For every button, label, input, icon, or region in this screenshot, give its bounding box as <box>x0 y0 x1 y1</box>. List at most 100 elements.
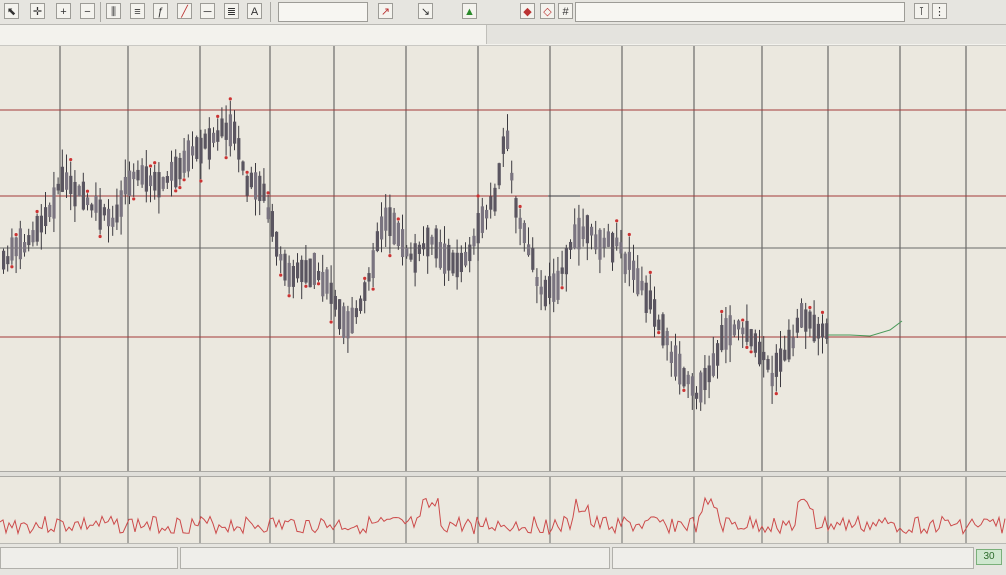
price-chart[interactable] <box>0 46 1006 471</box>
candle-body <box>115 204 119 223</box>
candle-body <box>455 252 459 278</box>
toolbar-separator <box>270 2 271 22</box>
candle-body <box>497 163 501 186</box>
candle-body <box>128 170 132 197</box>
signal-marker <box>224 156 228 160</box>
candle-body <box>6 256 10 265</box>
candle-body <box>438 242 442 268</box>
arrow-up-icon[interactable]: ↗ <box>378 3 393 19</box>
candle-body <box>396 222 400 247</box>
candle-body <box>623 253 627 275</box>
candle-body <box>241 161 245 171</box>
grid-icon[interactable]: # <box>558 3 573 19</box>
candle-body <box>426 227 430 257</box>
candle-body <box>401 229 405 258</box>
candle-body <box>716 343 720 366</box>
candle-body <box>812 314 816 342</box>
info-bar <box>0 25 1006 46</box>
candle-body <box>594 234 598 250</box>
candle-body <box>825 323 829 339</box>
candle-body <box>174 156 178 188</box>
status-left <box>0 547 178 569</box>
oscillator-pane[interactable] <box>0 477 1006 543</box>
status-badge: 30 <box>976 549 1002 565</box>
timeframe-field[interactable] <box>575 2 905 22</box>
candle-body <box>758 341 762 365</box>
zoom-out-icon[interactable]: − <box>80 3 95 19</box>
candle-body <box>367 273 371 282</box>
menu-icon[interactable]: ⋮ <box>932 3 947 19</box>
crosshair-icon[interactable]: ✛ <box>30 3 45 19</box>
candle-body <box>518 217 522 229</box>
signal-marker <box>560 286 564 290</box>
candle-body <box>724 318 728 350</box>
candle-body <box>207 128 211 160</box>
signal-marker <box>10 265 14 269</box>
candle-body <box>77 185 81 197</box>
candle-body <box>581 226 585 240</box>
candle-body <box>123 176 127 195</box>
candle-body <box>161 177 165 189</box>
text-tool-icon[interactable]: A <box>247 3 262 19</box>
signal-marker <box>287 294 291 298</box>
chart-type-icon[interactable]: ⫼ <box>106 3 121 19</box>
settings-icon[interactable]: ⊺ <box>914 3 929 19</box>
candle-body <box>447 244 451 271</box>
signal-marker <box>69 157 73 162</box>
candle-body <box>749 329 753 347</box>
candle-body <box>144 166 148 192</box>
indicator-icon[interactable]: ƒ <box>153 3 168 19</box>
signal-marker <box>182 178 186 182</box>
fib-icon[interactable]: ≣ <box>224 3 239 19</box>
zoom-in-icon[interactable]: + <box>56 3 71 19</box>
candle-body <box>514 198 518 218</box>
candle-body <box>707 365 711 383</box>
candle-body <box>371 250 375 279</box>
period-icon[interactable]: ▲ <box>462 3 477 19</box>
candle-body <box>556 270 560 300</box>
line-tool-icon[interactable]: ╱ <box>177 3 192 19</box>
candle-body <box>548 276 552 298</box>
candle-body <box>464 251 468 266</box>
candle-body <box>636 268 640 295</box>
candle-body <box>90 204 94 211</box>
candle-body <box>56 183 60 191</box>
template-icon[interactable]: ≡ <box>130 3 145 19</box>
candle-body <box>560 267 564 274</box>
candle-body <box>728 315 732 346</box>
signal-marker <box>35 209 39 214</box>
candle-body <box>493 187 497 212</box>
hline-icon[interactable]: ─ <box>200 3 215 19</box>
candle-body <box>787 329 791 360</box>
candle-body <box>195 137 199 159</box>
candle-body <box>157 172 161 198</box>
buy-icon[interactable]: ◆ <box>520 3 535 19</box>
arrow-down-icon[interactable]: ↘ <box>418 3 433 19</box>
candle-body <box>342 306 346 338</box>
candle-body <box>804 309 808 332</box>
candle-body <box>783 349 787 361</box>
candle-body <box>73 181 77 207</box>
cursor-icon[interactable]: ⬉ <box>4 3 19 19</box>
candle-body <box>535 276 539 287</box>
signal-marker <box>363 276 367 280</box>
candle-body <box>753 333 757 353</box>
signal-marker <box>266 191 270 195</box>
candle-body <box>329 282 333 304</box>
candle-body <box>665 331 669 346</box>
candle-body <box>434 228 438 259</box>
candle-body <box>380 216 384 240</box>
sell-icon[interactable]: ◇ <box>540 3 555 19</box>
signal-marker <box>178 185 182 190</box>
candle-body <box>275 231 279 257</box>
signal-marker <box>615 219 619 223</box>
symbol-field[interactable] <box>278 2 368 22</box>
candle-body <box>186 140 190 172</box>
candle-body <box>10 237 14 261</box>
candle-body <box>107 208 111 227</box>
candle-body <box>228 114 232 147</box>
candle-body <box>821 323 825 338</box>
candle-body <box>644 282 648 313</box>
candle-body <box>741 327 745 335</box>
candle-body <box>405 247 409 257</box>
